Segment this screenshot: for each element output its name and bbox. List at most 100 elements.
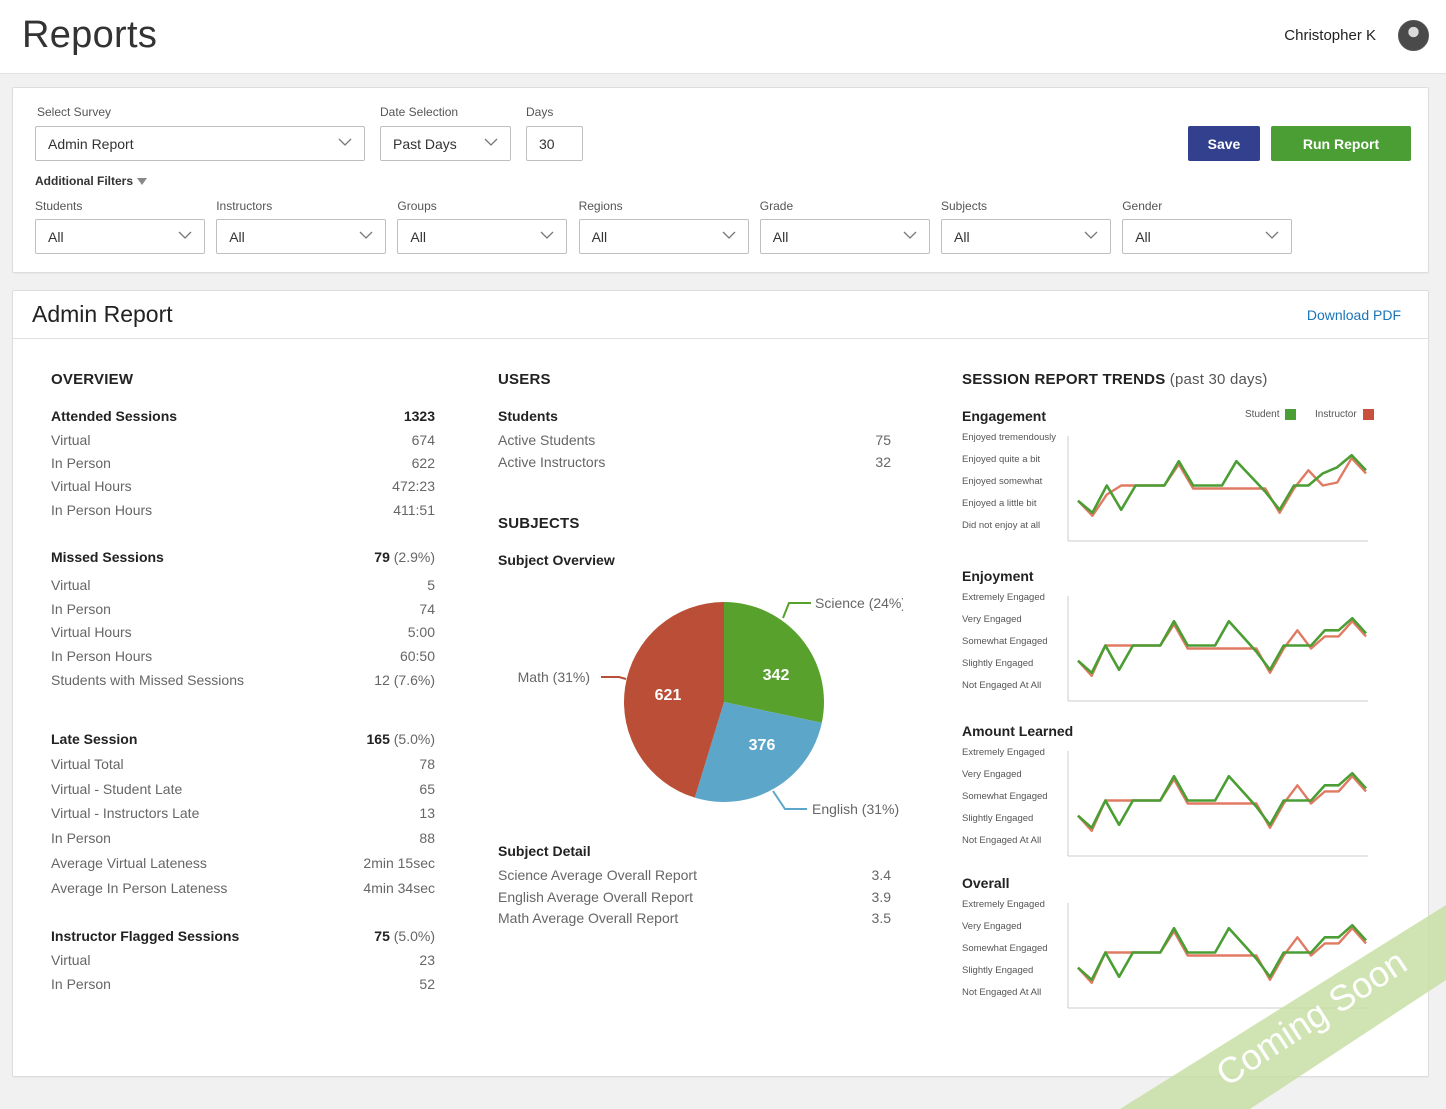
stat-label: In Person Hours: [51, 648, 153, 665]
stat-row: Virtual - Student Late 65: [51, 781, 435, 801]
trend-line-chart: Extremely Engaged Very Engaged Somewhat En…: [962, 899, 1368, 1009]
days-value: 30: [539, 135, 555, 152]
subjects-heading: SUBJECTS: [498, 515, 580, 532]
chevron-down-icon: [178, 230, 192, 240]
filter-select-value: All: [772, 228, 789, 245]
stat-label: Virtual: [51, 432, 91, 448]
stat-value: 65: [419, 781, 435, 797]
run-report-button[interactable]: Run Report: [1271, 126, 1411, 161]
stat-number: 74: [419, 600, 435, 617]
stat-label: Virtual - Instructors Late: [51, 805, 200, 822]
trend-y-label: Enjoyed tremendously: [962, 432, 1056, 443]
chevron-down-icon: [1084, 230, 1098, 240]
trend-y-label: Enjoyed somewhat: [962, 476, 1043, 487]
flagged-sessions-percent: (5.0%): [393, 928, 435, 944]
stat-value: 88: [419, 830, 435, 846]
subject-detail-value: 3.9: [871, 888, 891, 905]
trend-y-label: Slightly Engaged: [962, 658, 1033, 669]
subject-detail-label: Math Average Overall Report: [498, 910, 679, 926]
trends-heading-suffix: (past 30 days): [1169, 371, 1268, 388]
stat-number: 88: [419, 830, 435, 847]
avatar[interactable]: [1398, 20, 1429, 51]
stat-label: Virtual: [51, 952, 91, 968]
trend-y-label: Very Engaged: [962, 769, 1022, 780]
filter-select-gender[interactable]: All: [1122, 219, 1293, 254]
stat-row: Students with Missed Sessions 12 (7.6%): [51, 672, 435, 692]
filter-label-groups: Groups: [397, 199, 437, 213]
date-selection-select[interactable]: Past Days: [380, 126, 511, 161]
stat-label: Virtual Hours: [51, 478, 132, 495]
top-bar: Reports Christopher K: [0, 0, 1446, 74]
filter-select-students[interactable]: All: [35, 219, 205, 254]
stat-number: 622: [411, 455, 435, 472]
stat-value: 23: [419, 952, 435, 968]
user-name[interactable]: Christopher K: [1284, 27, 1376, 44]
filter-label-students: Students: [35, 199, 83, 213]
late-session-percent: (5.0%): [393, 731, 435, 747]
late-session-count: 165: [366, 731, 390, 747]
filter-select-subjects[interactable]: All: [941, 219, 1111, 254]
stat-row: In Person Hours 60:50: [51, 648, 435, 668]
trend-y-label: Not Engaged At All: [962, 835, 1041, 846]
filter-select-instructors[interactable]: All: [216, 219, 387, 254]
filter-select-groups[interactable]: All: [397, 219, 568, 254]
trend-y-label: Not Engaged At All: [962, 680, 1041, 691]
attended-sessions: Attended Sessions 1323: [51, 408, 435, 428]
stat-percent: (7.6%): [393, 671, 435, 688]
trend-title: Enjoyment: [962, 568, 1034, 584]
filter-select-value: All: [1135, 228, 1151, 245]
stat-row: Virtual 674: [51, 432, 435, 452]
stat-value: 4min 34sec: [363, 880, 435, 896]
chevron-down-icon: [1265, 230, 1279, 240]
stat-row: Virtual 23: [51, 952, 435, 972]
stat-row: Average In Person Lateness 4min 34sec: [51, 880, 435, 900]
trend-y-label: Extremely Engaged: [962, 592, 1045, 603]
trend-y-label: Slightly Engaged: [962, 813, 1033, 824]
trend-title: Amount Learned: [962, 723, 1074, 739]
stat-number: 13: [419, 805, 435, 822]
days-input[interactable]: 30: [526, 126, 583, 161]
pie-callout-label: Math (31%): [518, 669, 590, 685]
stat-number: 4min 34sec: [363, 879, 435, 896]
days-label: Days: [526, 105, 554, 119]
trends-heading-main: SESSION REPORT TRENDS: [962, 371, 1166, 388]
stat-label: Virtual - Student Late: [51, 780, 183, 797]
stat-label: In Person Hours: [51, 501, 153, 518]
stat-label: Average In Person Lateness: [51, 879, 228, 896]
filter-select-grade[interactable]: All: [759, 219, 930, 254]
trend-title: Overall: [962, 875, 1010, 891]
stat-number: 78: [419, 756, 435, 772]
pie-leader-line: [772, 790, 807, 810]
stat-row: Virtual Hours 472:23: [51, 478, 435, 498]
survey-label: Select Survey: [37, 105, 112, 119]
missed-sessions-value: 79 (2.9%): [374, 549, 435, 565]
user-stat-label: Active Students: [498, 432, 596, 448]
pie-value-label: 376: [749, 737, 776, 754]
filter-select-regions[interactable]: All: [578, 219, 749, 254]
pie-slice-science: [724, 602, 824, 723]
trend-y-label: Did not enjoy at all: [962, 520, 1040, 531]
pie-callout-label: Science (24%): [815, 595, 903, 611]
additional-filters-toggle[interactable]: Additional Filters: [35, 174, 133, 188]
stat-row: In Person 622: [51, 455, 435, 475]
stat-value: 78: [419, 756, 435, 772]
trend-y-label: Somewhat Engaged: [962, 791, 1048, 802]
report-title: Admin Report: [32, 301, 173, 327]
missed-sessions-count: 79: [374, 549, 390, 565]
caret-down-icon[interactable]: [137, 178, 147, 185]
survey-select[interactable]: Admin Report: [35, 126, 365, 161]
subject-pie-chart: 342 Science (24%) 376 English (31%) 621 Math …: [518, 595, 903, 817]
trend-y-label: Enjoyed a little bit: [962, 498, 1037, 509]
attended-sessions-count: 1323: [403, 408, 435, 424]
trend-y-label: Slightly Engaged: [962, 965, 1033, 976]
chevron-down-icon: [540, 230, 554, 240]
save-button[interactable]: Save: [1188, 126, 1260, 161]
stat-value: 5:00: [408, 624, 435, 640]
overview-heading: OVERVIEW: [51, 371, 134, 388]
pie-callout-label: English (31%): [812, 801, 899, 817]
filter-label-instructors: Instructors: [216, 199, 273, 213]
stat-value: 622: [412, 455, 435, 471]
stat-number: 674: [411, 432, 435, 448]
trend-y-label: Very Engaged: [962, 614, 1022, 625]
download-pdf-link[interactable]: Download PDF: [1307, 307, 1401, 323]
